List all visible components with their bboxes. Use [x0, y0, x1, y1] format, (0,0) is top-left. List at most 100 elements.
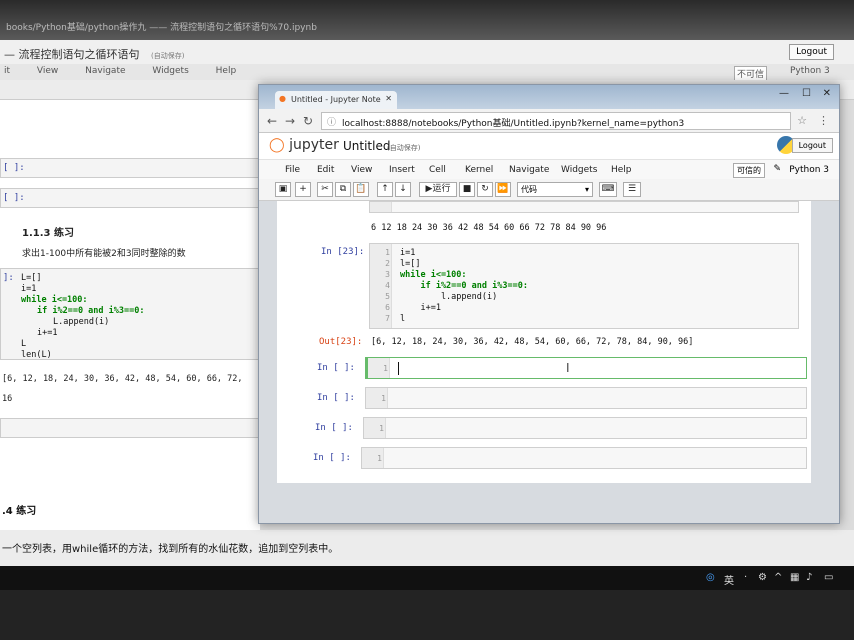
line-gutter: 1 — [362, 448, 384, 468]
line-number: 4 — [385, 281, 390, 290]
background-cell[interactable]: [ ]: — [0, 158, 260, 178]
cut-icon[interactable]: ✂ — [317, 182, 333, 197]
background-menu-widgets[interactable]: Widgets — [152, 66, 188, 76]
jupyter-logo[interactable]: ◯ jupyter — [269, 137, 339, 153]
active-code-cell[interactable]: 1 I — [365, 357, 807, 379]
run-button[interactable]: ▶运行 — [419, 182, 457, 197]
background-menu-bar: it View Navigate Widgets Help 不可信 Python… — [0, 64, 854, 81]
jupyter-logo-text: jupyter — [289, 137, 339, 153]
tab-close-icon[interactable]: ✕ — [385, 94, 392, 103]
background-menu-edit[interactable]: it — [4, 66, 10, 76]
line-number: 3 — [385, 270, 390, 279]
line-number: 1 — [377, 454, 382, 463]
restart-run-icon[interactable]: ⏩ — [495, 182, 511, 197]
background-code-line: L=[] — [21, 273, 42, 283]
edit-pencil-icon[interactable]: ✎ — [773, 164, 781, 174]
browser-tab[interactable]: ● Untitled - Jupyter Note ✕ — [275, 91, 397, 109]
background-trusted-badge[interactable]: 不可信 — [734, 66, 768, 81]
background-code-cell[interactable]: ]: L=[] i=1 while i<=100: if i%2==0 and … — [0, 268, 260, 360]
code-cell-empty[interactable]: 1 — [365, 387, 807, 409]
ime-settings-icon[interactable]: ⚙ — [758, 572, 767, 583]
previous-output: 6 12 18 24 30 36 42 48 54 60 66 72 78 84… — [371, 223, 607, 233]
background-logout-button[interactable]: Logout — [789, 44, 834, 60]
info-icon[interactable]: ⓘ — [327, 115, 336, 128]
line-number: 1 — [379, 424, 384, 433]
text-cursor — [398, 362, 399, 375]
notifications-icon[interactable]: ▭ — [824, 572, 833, 583]
background-empty-cell[interactable] — [0, 418, 260, 438]
background-cell[interactable]: [ ]: — [0, 188, 260, 208]
line-gutter: 1 — [364, 418, 386, 438]
background-cell-prompt: ]: — [3, 273, 14, 283]
menu-insert[interactable]: Insert — [389, 165, 415, 175]
reload-icon[interactable]: ↻ — [303, 114, 313, 128]
move-down-icon[interactable]: ↓ — [395, 182, 411, 197]
trusted-badge[interactable]: 可信的 — [733, 163, 765, 178]
logout-button[interactable]: Logout — [791, 138, 833, 153]
cell-type-select[interactable]: 代码 ▾ — [517, 182, 593, 197]
bookmark-star-icon[interactable]: ☆ — [797, 114, 807, 127]
background-section2-heading: .4 练习 — [2, 506, 37, 517]
notebook-name[interactable]: Untitled — [343, 139, 390, 153]
background-menu-view[interactable]: View — [37, 66, 58, 76]
ime-indicator[interactable]: 英 — [724, 572, 734, 587]
forward-icon[interactable]: → — [285, 114, 295, 128]
stop-icon[interactable]: ■ — [459, 182, 475, 197]
line-gutter: 1 2 3 4 5 6 7 — [370, 244, 392, 328]
code-cell-23[interactable]: 1 2 3 4 5 6 7 i=1 l=[] while i<=100: if … — [369, 243, 799, 329]
volume-icon[interactable]: ♪ — [806, 572, 812, 583]
back-icon[interactable]: ← — [267, 114, 277, 128]
menu-kernel[interactable]: Kernel — [465, 165, 493, 175]
background-url-bar[interactable]: books/Python基础/python操作九 —— 流程控制语句之循环语句%… — [0, 0, 854, 40]
menu-navigate[interactable]: Navigate — [509, 165, 549, 175]
code-line: l — [400, 314, 406, 324]
line-number: 1 — [381, 394, 386, 403]
line-number: 1 — [385, 248, 390, 257]
add-cell-icon[interactable]: + — [295, 182, 311, 197]
cell-prompt: In [23]: — [321, 247, 365, 257]
line-gutter — [370, 202, 392, 212]
code-line: l.append(i) — [400, 292, 498, 302]
menu-edit[interactable]: Edit — [317, 165, 334, 175]
run-button-label: 运行 — [432, 184, 451, 194]
code-cell-empty[interactable]: 1 — [361, 447, 807, 469]
copy-icon[interactable]: ⧉ — [335, 182, 351, 197]
background-menu-help[interactable]: Help — [216, 66, 237, 76]
background-url-text: books/Python基础/python操作九 —— 流程控制语句之循环语句%… — [6, 23, 317, 33]
background-title[interactable]: — 流程控制语句之循环语句 — [4, 48, 140, 61]
save-icon[interactable]: ▣ — [275, 182, 291, 197]
network-icon[interactable]: ▦ — [790, 572, 799, 583]
menu-help[interactable]: Help — [611, 165, 632, 175]
line-number: 5 — [385, 292, 390, 301]
background-output-list: [6, 12, 18, 24, 30, 36, 42, 48, 54, 60, … — [2, 374, 243, 384]
code-cell-empty[interactable]: 1 — [363, 417, 807, 439]
autosave-status: (自动保存) — [387, 144, 421, 152]
background-notebook-header: — 流程控制语句之循环语句 (自动保存) — [0, 40, 854, 64]
line-number: 2 — [385, 259, 390, 268]
browser-tab-title: Untitled - Jupyter Note — [291, 95, 381, 104]
maximize-icon[interactable]: ☐ — [802, 88, 811, 99]
line-number: 7 — [385, 314, 390, 323]
minimize-icon[interactable]: — — [779, 88, 789, 99]
cell-prompt: In [ ]: — [313, 453, 351, 463]
close-window-icon[interactable]: ✕ — [823, 88, 831, 99]
mic-icon[interactable]: · — [744, 572, 747, 583]
move-up-icon[interactable]: ↑ — [377, 182, 393, 197]
keyboard-icon[interactable]: ⌨ — [599, 182, 617, 197]
menu-file[interactable]: File — [285, 165, 300, 175]
background-section-heading: 1.1.3 练习 — [22, 228, 74, 239]
paste-icon[interactable]: 📋 — [353, 182, 369, 197]
address-bar[interactable]: ⓘ localhost:8888/notebooks/Python基础/Unti… — [321, 112, 791, 130]
restart-icon[interactable]: ↻ — [477, 182, 493, 197]
menu-view[interactable]: View — [351, 165, 372, 175]
search-icon[interactable]: ◎ — [706, 572, 715, 583]
chevron-up-icon[interactable]: ^ — [774, 572, 782, 583]
monitor-bezel — [0, 590, 854, 640]
menu-widgets[interactable]: Widgets — [561, 165, 597, 175]
menu-cell[interactable]: Cell — [429, 165, 446, 175]
background-menu-navigate[interactable]: Navigate — [85, 66, 125, 76]
command-palette-icon[interactable]: ☰ — [623, 182, 641, 197]
browser-menu-icon[interactable]: ⋮ — [818, 114, 829, 127]
previous-cell[interactable] — [369, 201, 799, 213]
jupyter-toolbar: ▣ + ✂ ⧉ 📋 ↑ ↓ ▶运行 ■ ↻ ⏩ 代码 ▾ ⌨ ☰ — [259, 179, 839, 201]
